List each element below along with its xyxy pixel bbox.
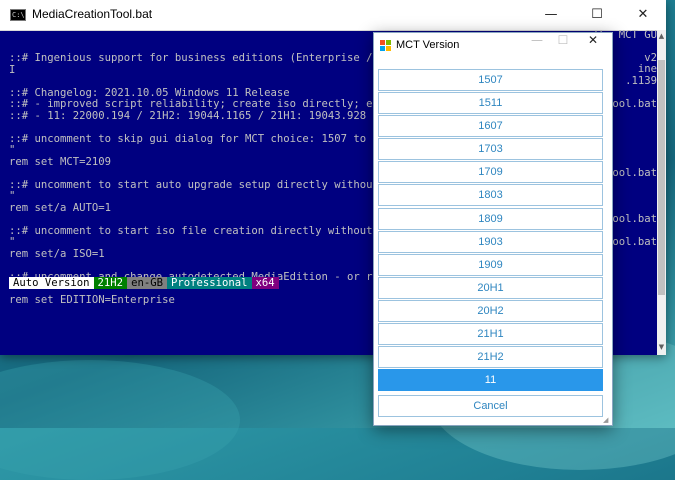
version-button-1709[interactable]: 1709 xyxy=(378,161,603,184)
version-button-1607[interactable]: 1607 xyxy=(378,115,603,138)
status-arch: x64 xyxy=(251,277,279,289)
status-version: 21H2 xyxy=(93,277,128,289)
status-mode: Auto Version xyxy=(9,277,94,289)
scroll-up-arrow-icon[interactable]: ▲ xyxy=(657,32,666,42)
status-bar: Auto Version 21H2 en-GB Professional x64 xyxy=(9,277,279,289)
version-button-1511[interactable]: 1511 xyxy=(378,92,603,115)
console-line-fragment: ine xyxy=(637,63,657,75)
scroll-thumb[interactable] xyxy=(658,60,665,295)
maximize-button[interactable]: ☐ xyxy=(574,0,620,30)
console-scrollbar[interactable]: ▲ ▼ xyxy=(657,30,666,355)
version-button-1903[interactable]: 1903 xyxy=(378,230,603,253)
version-button-1703[interactable]: 1703 xyxy=(378,138,603,161)
status-edition: Professional xyxy=(166,277,252,289)
dialog-title: MCT Version xyxy=(396,39,460,51)
version-button-1809[interactable]: 1809 xyxy=(378,207,603,230)
console-line-fragment: Tool.bat xyxy=(605,167,657,179)
console-titlebar: C:\ MediaCreationTool.bat — ☐ ✕ xyxy=(0,0,666,31)
app-icon xyxy=(380,40,392,52)
version-button-1507[interactable]: 1507 xyxy=(378,69,603,91)
cancel-button[interactable]: Cancel xyxy=(378,395,603,417)
console-line-fragment: .1139 xyxy=(625,75,657,87)
dialog-titlebar: MCT Version — ☐ ✕ xyxy=(374,33,612,59)
mct-version-dialog: MCT Version — ☐ ✕ 1507 1511 1607 1703 1709 18… xyxy=(373,32,613,426)
background-wave xyxy=(0,360,240,480)
console-title: MediaCreationTool.bat xyxy=(32,7,153,21)
resize-grip-icon[interactable]: ◢ xyxy=(603,416,611,424)
version-button-20h2[interactable]: 20H2 xyxy=(378,299,603,322)
version-button-21h1[interactable]: 21H1 xyxy=(378,323,603,346)
cmd-icon: C:\ xyxy=(10,9,26,21)
console-line-fragment: Tool.bat xyxy=(605,98,657,110)
version-button-21h2[interactable]: 21H2 xyxy=(378,346,603,369)
status-lang: en-GB xyxy=(127,277,167,289)
scroll-down-arrow-icon[interactable]: ▼ xyxy=(657,343,666,353)
minimize-button[interactable]: — xyxy=(528,0,574,30)
console-line-fragment: Tool.bat xyxy=(605,213,657,225)
version-button-11[interactable]: 11 xyxy=(378,369,603,392)
console-line-fragment: Tool.bat xyxy=(605,236,657,248)
version-button-20h1[interactable]: 20H1 xyxy=(378,276,603,299)
version-list: 1507 1511 1607 1703 1709 1803 1809 1903 1909 20H1… xyxy=(378,69,606,392)
version-button-1909[interactable]: 1909 xyxy=(378,253,603,276)
dialog-close-button[interactable]: ✕ xyxy=(578,33,608,59)
version-button-1803[interactable]: 1803 xyxy=(378,184,603,207)
close-button[interactable]: ✕ xyxy=(620,0,666,30)
dialog-maximize-button[interactable]: ☐ xyxy=(548,33,578,59)
